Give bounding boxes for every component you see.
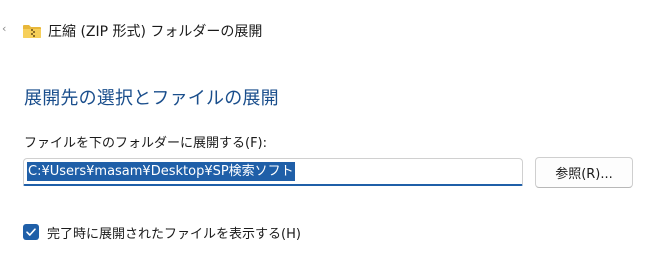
destination-path-label: ファイルを下のフォルダーに展開する(F):	[24, 136, 268, 151]
checkmark-icon	[26, 228, 36, 236]
show-files-option[interactable]: 完了時に展開されたファイルを表示する(H)	[23, 222, 301, 242]
page-heading: 展開先の選択とファイルの展開	[24, 88, 279, 109]
window-title: 圧縮 (ZIP 形式) フォルダーの展開	[48, 24, 263, 40]
browse-button[interactable]: 参照(R)...	[535, 157, 633, 188]
back-icon[interactable]: ‹	[2, 22, 12, 36]
destination-path-value: C:¥Users¥masam¥Desktop¥SP検索ソフト	[27, 162, 295, 181]
zip-folder-icon	[23, 25, 41, 38]
show-files-label: 完了時に展開されたファイルを表示する(H)	[47, 226, 301, 242]
window-title-bar: 圧縮 (ZIP 形式) フォルダーの展開	[22, 19, 262, 43]
show-files-checkbox[interactable]	[23, 224, 39, 240]
destination-path-input[interactable]: C:¥Users¥masam¥Desktop¥SP検索ソフト	[23, 158, 523, 186]
